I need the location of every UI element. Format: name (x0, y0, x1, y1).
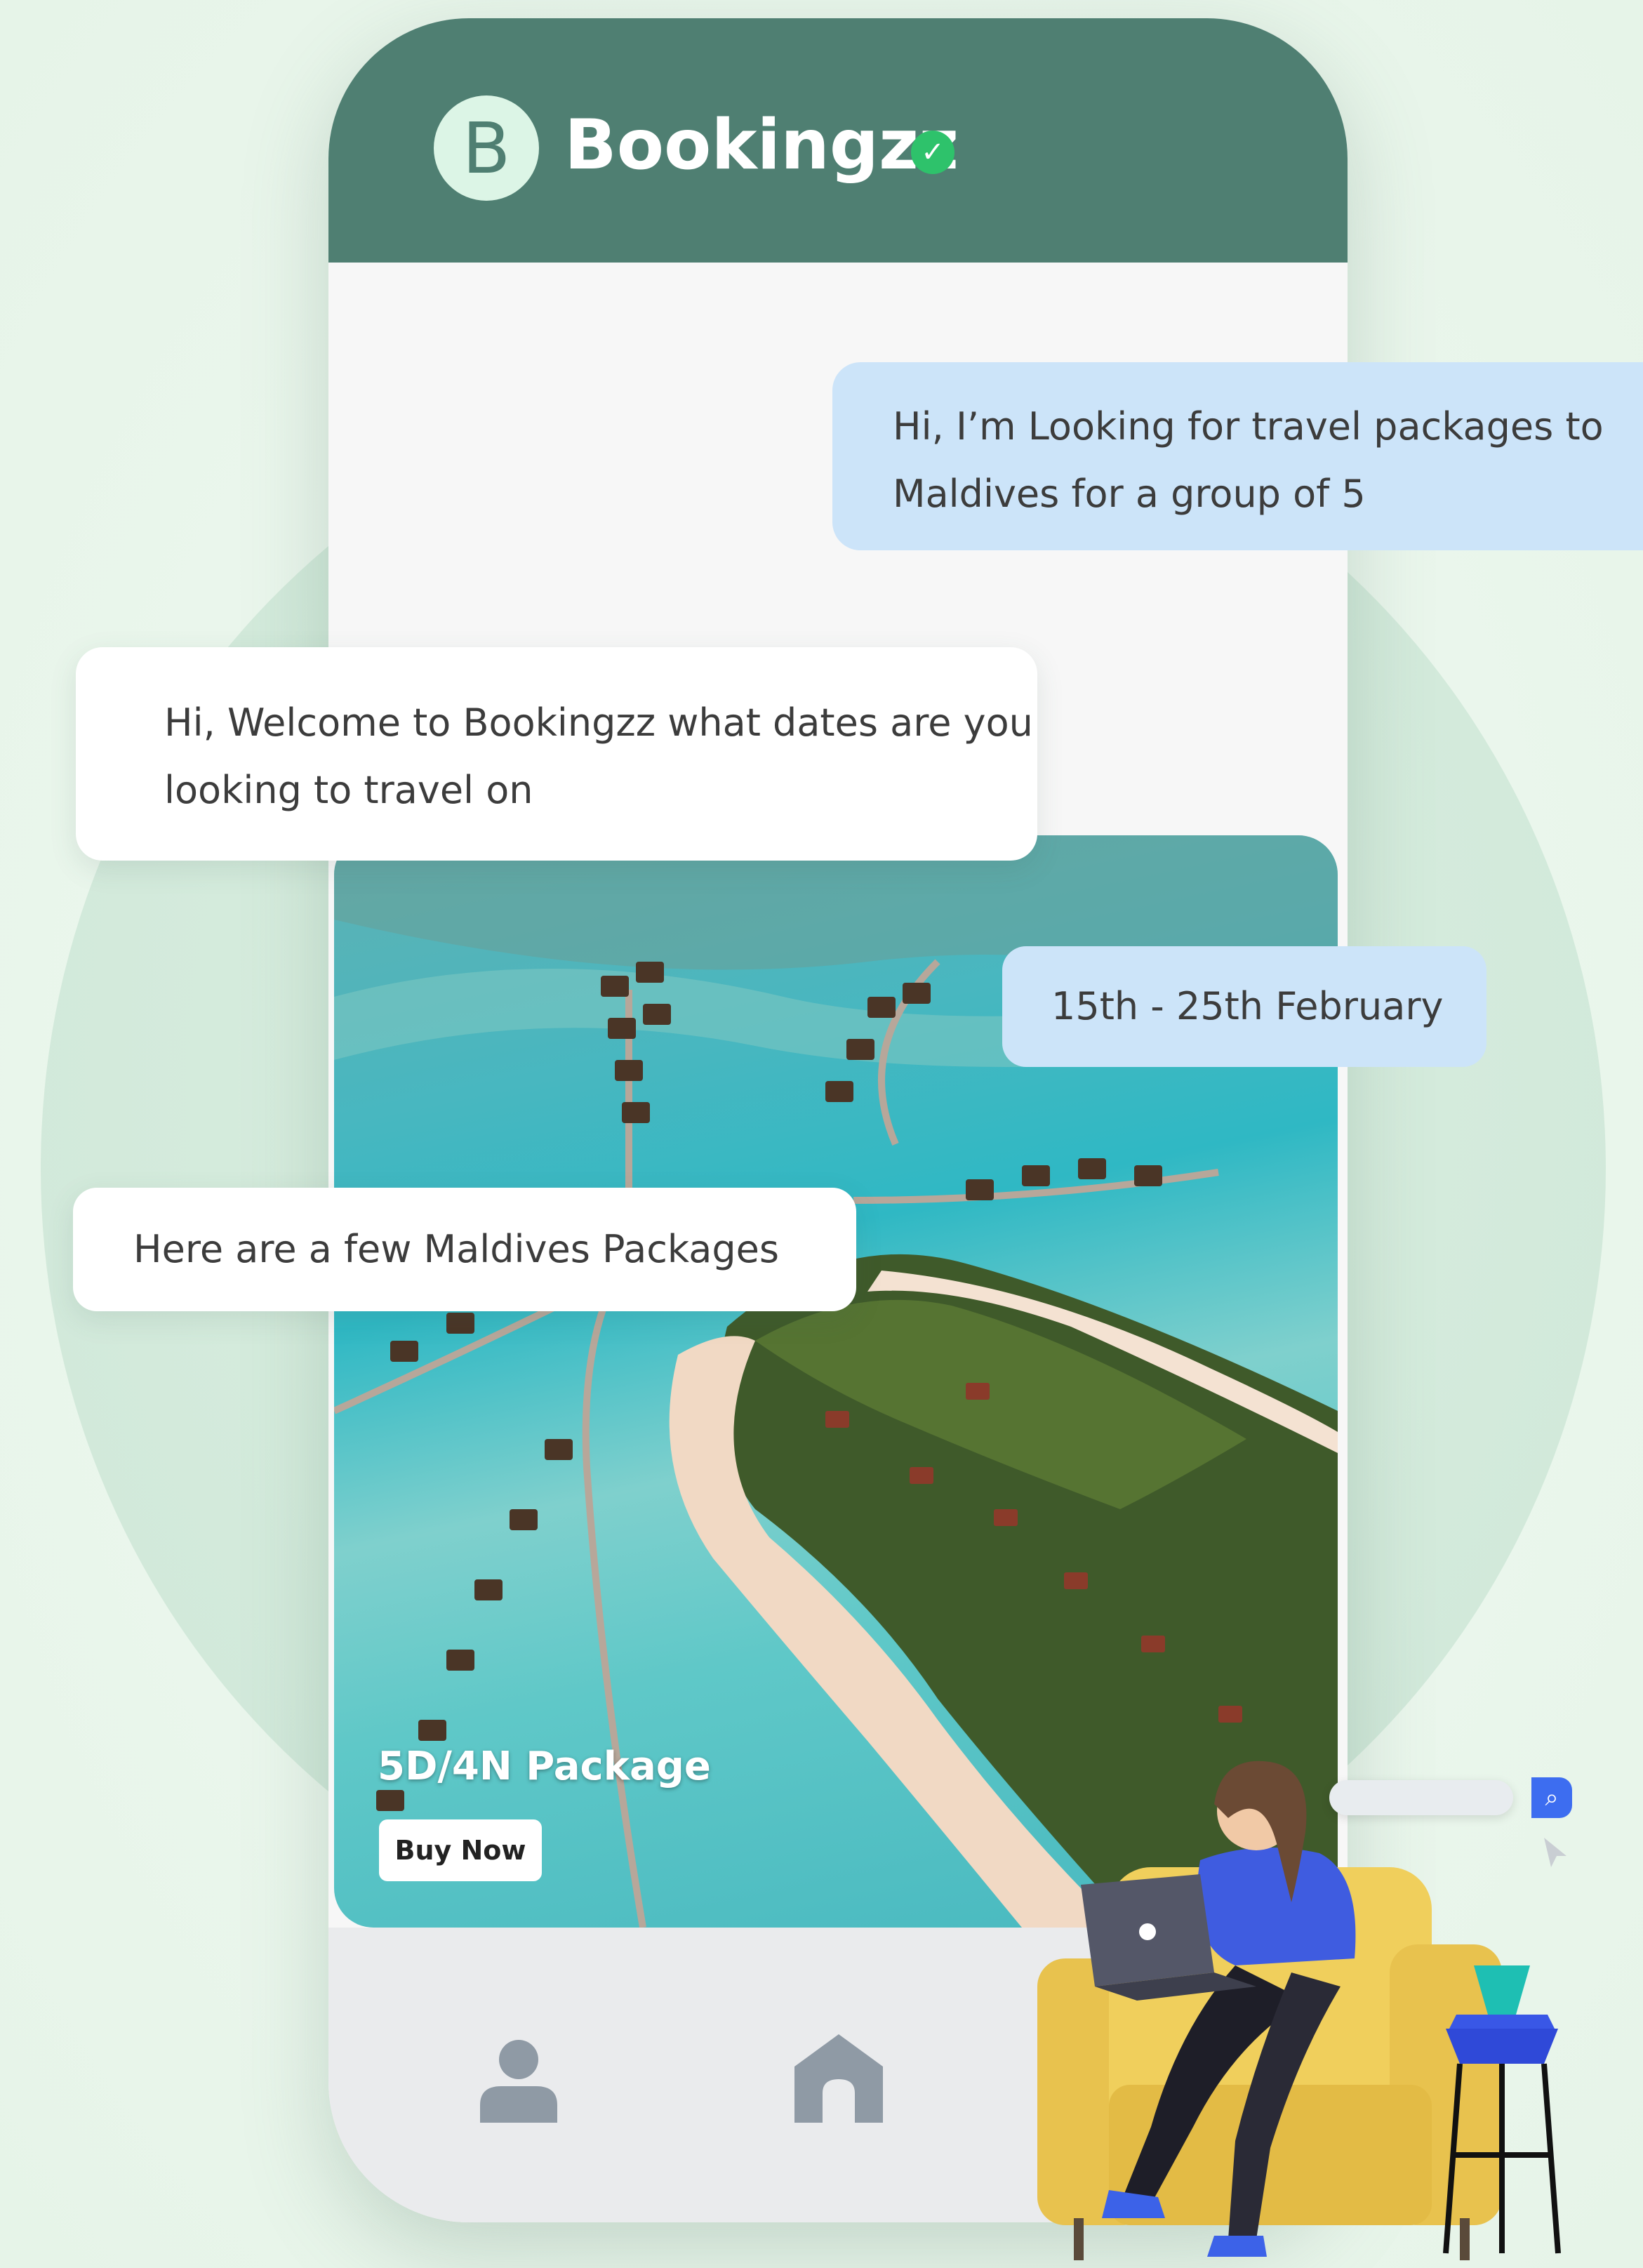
chat-message-user: 15th - 25th February (1002, 946, 1486, 1067)
chat-header: B Bookingzz ✓ (328, 18, 1348, 263)
chat-message-bot: Here are a few Maldives Packages (73, 1188, 856, 1311)
package-title: 5D/4N Package (378, 1744, 711, 1789)
person-on-armchair-illustration (1037, 1760, 1561, 2260)
chat-message-user: Hi, I’m Looking for travel packages to M… (832, 362, 1643, 550)
home-icon[interactable] (793, 2033, 884, 2123)
brand-name: Bookingzz (564, 105, 959, 185)
user-icon[interactable] (480, 2038, 557, 2123)
buy-now-button[interactable]: Buy Now (379, 1819, 542, 1881)
verified-badge-icon: ✓ (911, 131, 954, 174)
chat-message-bot: Hi, Welcome to Bookingzz what dates are … (76, 647, 1037, 861)
logo-letter: B (462, 107, 511, 190)
brand-logo: B (434, 95, 539, 201)
